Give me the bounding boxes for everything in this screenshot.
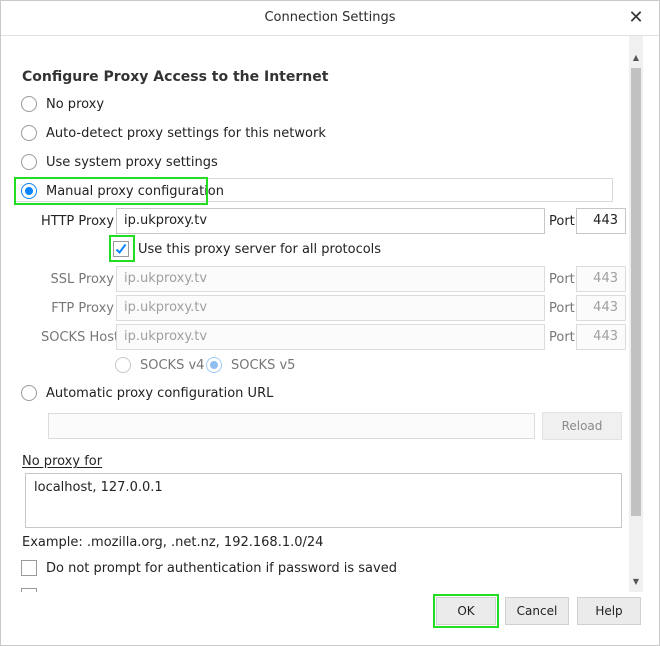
auto-config-url-input[interactable]	[48, 413, 535, 439]
share-proxy-checkbox[interactable]	[113, 241, 129, 257]
radio-circle[interactable]	[21, 385, 37, 401]
ssl-port-label: Port	[549, 272, 575, 287]
radio-circle-selected[interactable]	[206, 357, 222, 373]
help-button[interactable]: Help	[577, 597, 641, 625]
ftp-proxy-label: FTP Proxy	[51, 301, 114, 316]
no-proxy-for-textarea[interactable]: localhost, 127.0.0.1	[25, 473, 622, 528]
no-proxy-example-text: Example: .mozilla.org, .net.nz, 192.168.…	[22, 535, 324, 550]
radio-socks-v5[interactable]: SOCKS v5	[206, 354, 295, 376]
auth-checkbox-row[interactable]: Do not prompt for authentication if pass…	[21, 557, 397, 579]
ssl-proxy-input[interactable]: ip.ukproxy.tv	[116, 266, 545, 292]
radio-system-proxy[interactable]: Use system proxy settings	[21, 151, 218, 173]
no-proxy-label: No proxy	[46, 96, 105, 112]
socks-port-label: Port	[549, 330, 575, 345]
socks-host-label: SOCKS Host	[41, 330, 120, 345]
share-proxy-checkbox-row[interactable]: Use this proxy server for all protocols	[113, 238, 381, 260]
ok-button[interactable]: OK	[436, 597, 496, 625]
ssl-port-input[interactable]: 443	[576, 266, 626, 292]
share-proxy-label: Use this proxy server for all protocols	[138, 241, 382, 257]
radio-circle[interactable]	[115, 357, 131, 373]
radio-circle[interactable]	[21, 96, 37, 112]
auth-checkbox-label: Do not prompt for authentication if pass…	[46, 560, 397, 576]
ftp-proxy-input[interactable]: ip.ukproxy.tv	[116, 295, 545, 321]
http-proxy-label: HTTP Proxy	[41, 214, 115, 229]
auto-detect-label: Auto-detect proxy settings for this netw…	[46, 125, 326, 141]
vertical-scrollbar[interactable]: ▲ ▼	[629, 36, 643, 592]
socks-port-input[interactable]: 443	[576, 324, 626, 350]
socks-host-input[interactable]: ip.ukproxy.tv	[116, 324, 545, 350]
dialog-footer: OK Cancel Help	[1, 592, 659, 645]
section-title: Configure Proxy Access to the Internet	[22, 69, 329, 85]
socks-v5-label: SOCKS v5	[231, 357, 296, 373]
reload-button[interactable]: Reload	[542, 412, 622, 440]
radio-auto-config-url[interactable]: Automatic proxy configuration URL	[21, 382, 273, 404]
http-port-input[interactable]: 443	[576, 208, 626, 234]
auto-config-url-label: Automatic proxy configuration URL	[46, 385, 274, 401]
ftp-port-input[interactable]: 443	[576, 295, 626, 321]
http-port-label: Port	[549, 214, 575, 229]
radio-no-proxy[interactable]: No proxy	[21, 93, 104, 115]
radio-circle-selected[interactable]	[21, 183, 37, 199]
scroll-up-icon[interactable]: ▲	[629, 50, 643, 66]
radio-socks-v4[interactable]: SOCKS v4	[115, 354, 204, 376]
ssl-proxy-label: SSL Proxy	[50, 272, 115, 287]
cancel-button[interactable]: Cancel	[505, 597, 569, 625]
radio-auto-detect[interactable]: Auto-detect proxy settings for this netw…	[21, 122, 326, 144]
scroll-thumb[interactable]	[631, 68, 641, 516]
scroll-down-icon[interactable]: ▼	[629, 574, 643, 590]
http-proxy-input[interactable]: ip.ukproxy.tv	[116, 208, 545, 234]
radio-circle[interactable]	[21, 154, 37, 170]
manual-proxy-label: Manual proxy configuration	[46, 183, 224, 199]
dialog-title: Connection Settings	[264, 10, 396, 25]
socks-v4-label: SOCKS v4	[140, 357, 205, 373]
settings-content: Configure Proxy Access to the Internet N…	[1, 36, 627, 592]
ftp-port-label: Port	[549, 301, 575, 316]
title-bar: Connection Settings ✕	[1, 1, 659, 36]
checkmark-icon	[115, 243, 127, 255]
system-proxy-label: Use system proxy settings	[46, 154, 218, 170]
auth-checkbox[interactable]	[21, 560, 37, 576]
radio-manual-proxy[interactable]: Manual proxy configuration	[21, 180, 224, 202]
radio-circle[interactable]	[21, 125, 37, 141]
close-icon[interactable]: ✕	[625, 7, 647, 29]
connection-settings-dialog: Connection Settings ✕ Configure Proxy Ac…	[0, 0, 660, 646]
no-proxy-for-label: No proxy for	[22, 454, 103, 469]
